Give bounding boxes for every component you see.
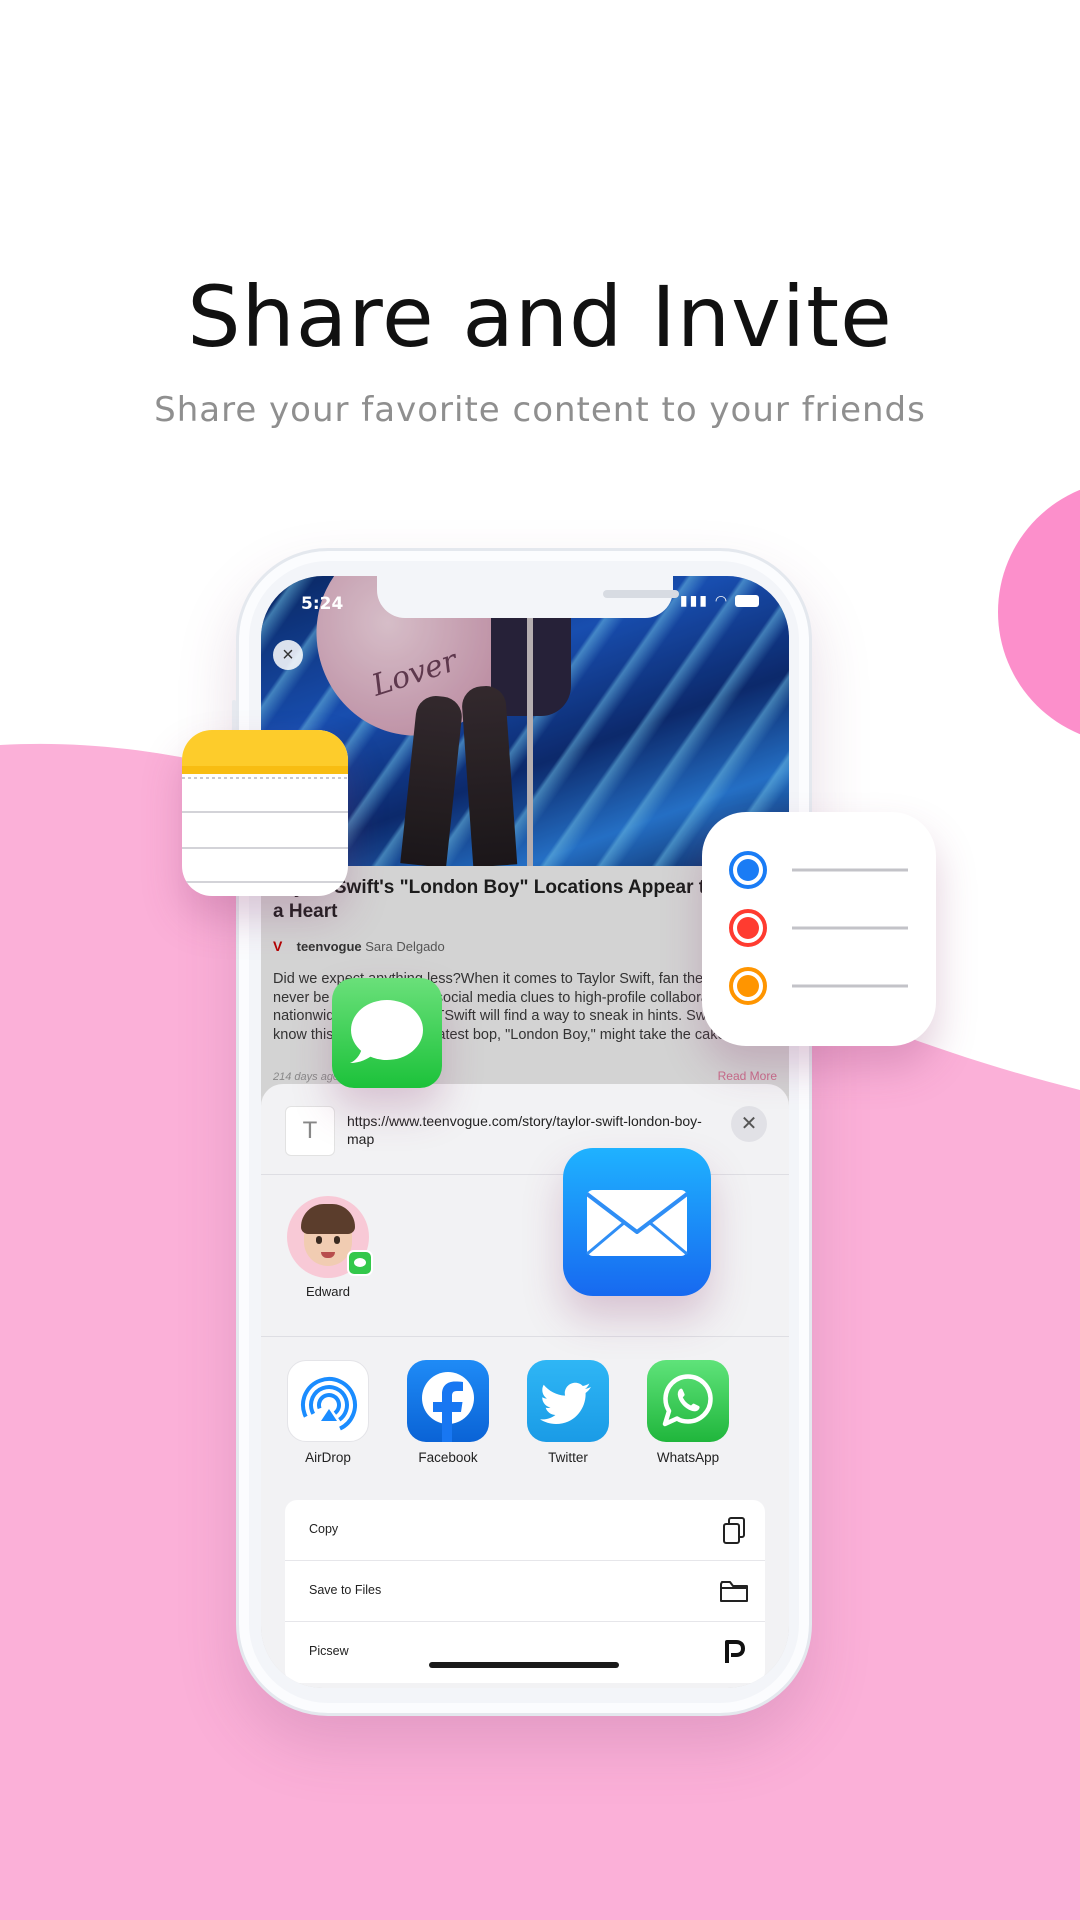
share-url: https://www.teenvogue.com/story/taylor-s…	[347, 1113, 702, 1147]
share-apps-row: AirDrop Facebook Twitter WhatsApp	[261, 1360, 789, 1480]
home-indicator	[429, 1662, 619, 1668]
contact-name: Edward	[305, 1284, 351, 1299]
wifi-icon: ◠	[714, 592, 730, 608]
article-close-button[interactable]: ×	[273, 640, 303, 670]
article-source: V teenvogue Sara Delgado	[273, 938, 445, 954]
share-app-label: Facebook	[418, 1450, 478, 1465]
action-copy[interactable]: Copy	[285, 1500, 765, 1561]
phone-notch	[377, 576, 679, 618]
share-app-label: WhatsApp	[656, 1450, 720, 1465]
airdrop-icon	[287, 1360, 369, 1442]
share-sheet-close-button[interactable]: ✕	[731, 1106, 767, 1142]
share-actions-list: Copy Save to Files Picsew	[285, 1500, 765, 1683]
notes-icon	[182, 730, 348, 896]
article-age: 214 days ago	[273, 1071, 340, 1083]
share-app-twitter[interactable]: Twitter	[525, 1360, 611, 1465]
avatar	[287, 1196, 373, 1278]
teenvogue-logo-icon: V	[273, 938, 283, 954]
share-app-label: Twitter	[548, 1450, 588, 1465]
share-app-label: AirDrop	[305, 1450, 351, 1465]
twitter-icon	[527, 1360, 609, 1442]
status-time: 5:24	[301, 594, 344, 614]
battery-icon	[735, 595, 759, 608]
share-app-airdrop[interactable]: AirDrop	[285, 1360, 371, 1465]
whatsapp-icon	[647, 1360, 729, 1442]
messages-badge-icon	[347, 1250, 373, 1276]
folder-icon	[720, 1581, 748, 1602]
page-subtitle: Share your favorite content to your frie…	[154, 390, 926, 430]
facebook-icon	[407, 1360, 489, 1442]
share-app-whatsapp[interactable]: WhatsApp	[645, 1360, 731, 1465]
picsew-icon	[725, 1640, 745, 1663]
reminders-icon	[702, 812, 936, 1046]
action-save-to-files[interactable]: Save to Files	[285, 1561, 765, 1622]
article-title: Taylor Swift's "London Boy" Locations Ap…	[273, 877, 755, 922]
action-label: Save to Files	[309, 1583, 382, 1597]
page-title: Share and Invite	[187, 268, 893, 366]
share-app-facebook[interactable]: Facebook	[405, 1360, 491, 1465]
signal-icon: ▮▮▮	[679, 592, 709, 608]
contact-suggestion[interactable]: Edward	[285, 1196, 373, 1299]
read-more-link[interactable]: Read More	[718, 1069, 777, 1083]
article-publisher: teenvogue	[296, 939, 362, 954]
copy-icon	[723, 1517, 745, 1544]
text-document-icon: T	[285, 1106, 335, 1156]
divider	[261, 1336, 789, 1337]
speaker-grille	[603, 590, 679, 598]
status-icons: ▮▮▮ ◠	[680, 592, 759, 609]
action-label: Picsew	[309, 1644, 349, 1658]
mail-icon	[563, 1148, 711, 1296]
messages-icon	[332, 978, 442, 1088]
action-label: Copy	[309, 1522, 339, 1536]
action-picsew[interactable]: Picsew	[285, 1622, 765, 1683]
article-author: Sara Delgado	[365, 939, 445, 954]
